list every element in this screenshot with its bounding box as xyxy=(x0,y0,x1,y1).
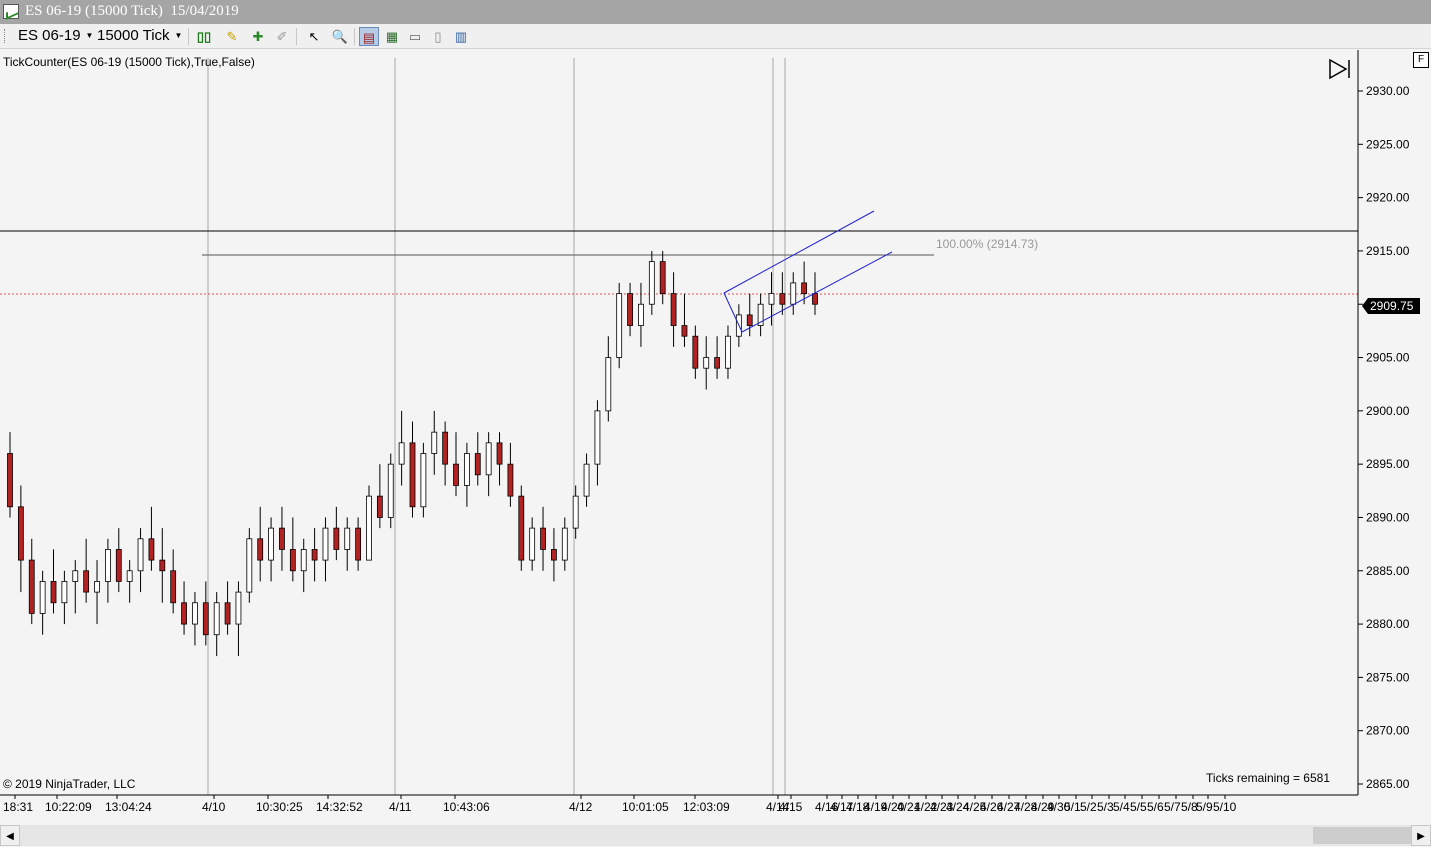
time-tick-label: 13:04:24 xyxy=(105,800,152,814)
data-box-icon: ▯ xyxy=(434,29,442,44)
time-tick-label: 4/11 xyxy=(389,800,412,814)
price-tick-label: 2905.00 xyxy=(1366,351,1410,365)
candle xyxy=(387,453,394,529)
draw-tool-button[interactable]: ✎ xyxy=(220,27,244,46)
ticks-remaining-label: Ticks remaining = 6581 xyxy=(1206,771,1330,785)
scroll-thumb[interactable] xyxy=(1313,827,1411,844)
data-box-button[interactable]: ▯ xyxy=(428,27,448,46)
instrument-label: ES 06-19 xyxy=(18,27,81,44)
strategies-icon: ▭ xyxy=(408,29,422,44)
candle xyxy=(366,485,372,561)
time-tick-label: 5/5 xyxy=(1130,800,1147,814)
time-tick-label: 10:43:06 xyxy=(443,800,490,814)
add-tool-icon: ✚ xyxy=(252,29,264,44)
time-tick-label: 10:22:09 xyxy=(45,800,92,814)
toolbar-separator xyxy=(354,28,355,45)
time-tick-label: 5/9 xyxy=(1196,800,1213,814)
last-price-marker: 2909.75 xyxy=(1362,298,1420,314)
hide-tools-button[interactable]: ✐ xyxy=(272,27,292,46)
time-tick-label: 10:30:25 xyxy=(256,800,303,814)
chevron-down-icon: ▼ xyxy=(85,31,94,41)
chevron-down-icon: ▼ xyxy=(174,31,183,41)
price-tick-label: 2880.00 xyxy=(1366,617,1410,631)
last-price-label: 2909.75 xyxy=(1370,299,1414,313)
chart-toolbar: ES 06-19 ▼ 15000 Tick ▼ ▯▯ ✎ ✚ ✐ ↖ 🔍 ▤ ▦ ▭… xyxy=(0,24,1431,49)
time-tick-label: 5/3 xyxy=(1097,800,1114,814)
price-tick-label: 2870.00 xyxy=(1366,724,1410,738)
add-tool-button[interactable]: ✚ xyxy=(248,27,268,46)
draw-tool-icon: ✎ xyxy=(226,29,238,44)
scroll-left-button[interactable]: ◀ xyxy=(0,825,20,846)
price-chart[interactable]: 100.00% (2914.73) 2930.00 2925.00 2920.00 2… xyxy=(0,50,1431,825)
time-tick-label: 12:03:09 xyxy=(683,800,730,814)
time-tick-label: 5/2 xyxy=(1080,800,1097,814)
price-tick-label: 2875.00 xyxy=(1366,670,1410,684)
time-tick-label: 14:32:52 xyxy=(316,800,363,814)
horizontal-scrollbar[interactable]: ◀ ▶ xyxy=(0,825,1431,846)
f-button-label: F xyxy=(1417,54,1425,65)
chart-trader-icon: ▤ xyxy=(362,30,376,45)
chart-plot-area xyxy=(0,50,1358,795)
cursor-button[interactable]: ↖ xyxy=(302,27,326,46)
chevron-left-icon: ◀ xyxy=(6,831,14,842)
time-tick-label: 4/10 xyxy=(202,800,226,814)
zoom-icon: 🔍 xyxy=(331,29,349,44)
candle xyxy=(420,442,427,518)
candle xyxy=(246,528,253,603)
price-tick-label: 2915.00 xyxy=(1366,244,1410,258)
time-tick-label: 10:01:05 xyxy=(622,800,669,814)
price-tick-label: 2865.00 xyxy=(1366,777,1410,791)
instrument-selector[interactable]: ES 06-19 ▼ xyxy=(18,27,93,45)
f-toggle-button[interactable]: F xyxy=(1413,52,1429,68)
indicators-button[interactable]: ▦ xyxy=(382,27,402,46)
toolbar-grip xyxy=(4,29,8,43)
toolbar-separator xyxy=(188,28,189,45)
properties-icon: ▥ xyxy=(454,29,468,44)
fib-level-label: 100.00% (2914.73) xyxy=(936,237,1038,251)
bar-style-icon: ▯▯ xyxy=(196,29,212,44)
time-axis: 18:31 10:22:09 13:04:24 4/10 10:30:25 14:32:5… xyxy=(3,795,1237,814)
time-tick-label: 5/6 xyxy=(1147,800,1164,814)
time-tick-label: 5/1 xyxy=(1064,800,1081,814)
price-tick-label: 2890.00 xyxy=(1366,510,1410,524)
bar-style-button[interactable]: ▯▯ xyxy=(192,27,216,46)
chevron-right-icon: ▶ xyxy=(1417,831,1425,842)
time-tick-label: 4/12 xyxy=(569,800,593,814)
indicator-label: TickCounter(ES 06-19 (15000 Tick),True,F… xyxy=(3,55,255,69)
strategies-button[interactable]: ▭ xyxy=(405,27,425,46)
copyright-label: © 2019 NinjaTrader, LLC xyxy=(3,777,136,791)
time-tick-label: 4/15 xyxy=(779,800,803,814)
interval-label: 15000 Tick xyxy=(97,27,170,44)
cursor-icon: ↖ xyxy=(308,29,320,44)
hide-tools-icon: ✐ xyxy=(276,29,288,44)
scroll-right-button[interactable]: ▶ xyxy=(1411,825,1431,846)
zoom-button[interactable]: 🔍 xyxy=(330,27,350,46)
candle xyxy=(616,282,623,369)
time-tick-label: 5/7 xyxy=(1164,800,1181,814)
indicators-icon: ▦ xyxy=(385,29,399,44)
toolbar-separator xyxy=(296,28,297,45)
price-tick-label: 2885.00 xyxy=(1366,564,1410,578)
scroll-to-end-button[interactable] xyxy=(1326,58,1352,80)
interval-selector[interactable]: 15000 Tick ▼ xyxy=(97,27,182,45)
price-axis: 2930.002925.002920.002915.002910.002905.… xyxy=(1358,84,1410,791)
price-tick-label: 2930.00 xyxy=(1366,84,1410,98)
chart-window-icon xyxy=(3,4,19,19)
time-tick-label: 5/10 xyxy=(1213,800,1237,814)
window-titlebar: ES 06-19 (15000 Tick) 15/04/2019 xyxy=(0,0,1431,24)
window-title: ES 06-19 (15000 Tick) 15/04/2019 xyxy=(25,3,239,19)
price-tick-label: 2900.00 xyxy=(1366,404,1410,418)
scroll-track[interactable] xyxy=(20,825,1411,846)
price-tick-label: 2920.00 xyxy=(1366,191,1410,205)
properties-button[interactable]: ▥ xyxy=(451,27,471,46)
price-tick-label: 2925.00 xyxy=(1366,137,1410,151)
time-tick-label: 18:31 xyxy=(3,800,33,814)
price-tick-label: 2895.00 xyxy=(1366,457,1410,471)
chart-trader-button[interactable]: ▤ xyxy=(359,27,379,46)
time-tick-label: 5/4 xyxy=(1113,800,1130,814)
candle xyxy=(518,485,525,571)
